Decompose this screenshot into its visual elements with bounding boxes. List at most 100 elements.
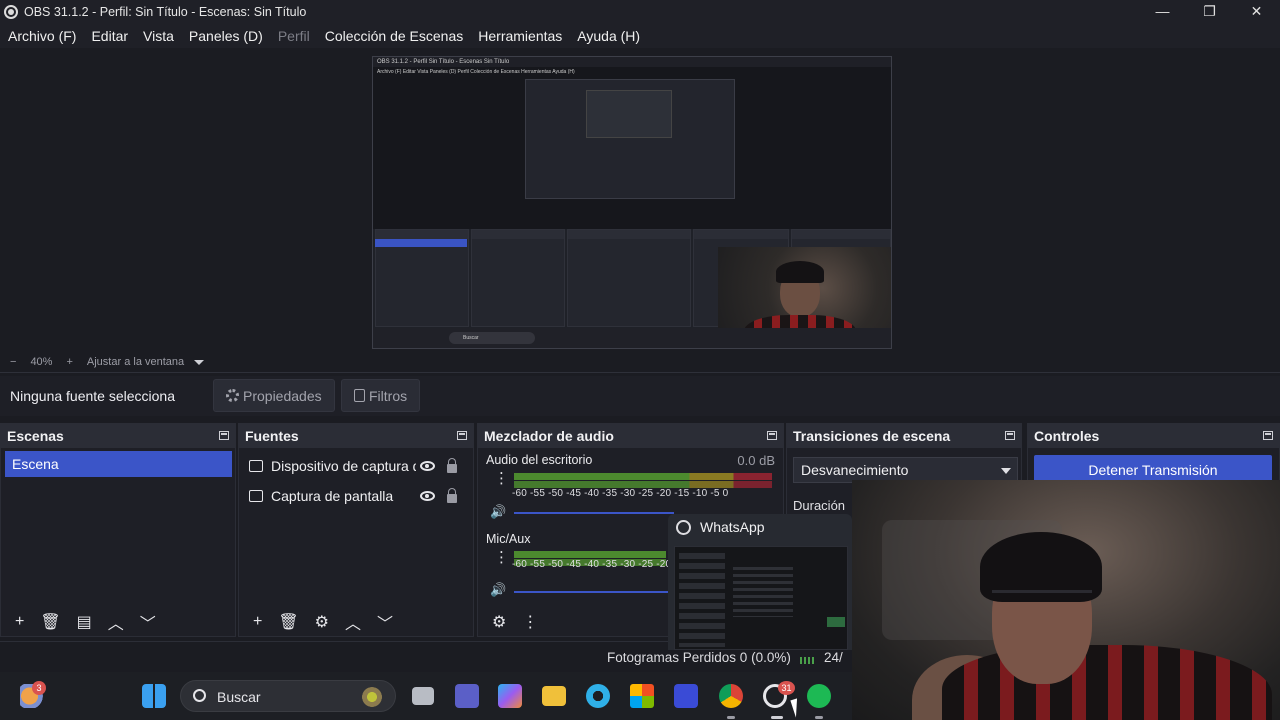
menu-vista[interactable]: Vista (143, 28, 174, 44)
chevron-down-icon[interactable] (194, 359, 205, 365)
minimize-button[interactable]: — (1139, 0, 1186, 24)
transitions-dock-title: Transiciones de escena (793, 428, 951, 444)
eye-icon[interactable] (420, 461, 435, 471)
chrome-icon[interactable] (719, 684, 743, 708)
vscode-icon[interactable] (674, 684, 698, 708)
transition-selected-value: Desvanecimiento (801, 462, 909, 478)
spotify-icon[interactable] (807, 684, 831, 708)
speaker-icon[interactable]: 🔊 (490, 504, 506, 520)
edge-icon[interactable] (586, 684, 610, 708)
remove-scene-button[interactable]: 🗑 (40, 612, 60, 632)
whatsapp-window-thumbnail[interactable] (674, 546, 848, 650)
undock-icon[interactable] (457, 431, 467, 440)
transitions-dock-header: Transiciones de escena (787, 424, 1021, 448)
zoom-level: 40% (30, 356, 53, 368)
move-scene-up-button[interactable]: ︿ (108, 610, 124, 634)
running-indicator (727, 716, 735, 719)
move-source-up-button[interactable]: ︿ (345, 610, 361, 634)
zoom-in-button[interactable]: + (66, 356, 72, 368)
filters-button[interactable]: Filtros (341, 379, 421, 412)
chevron-down-icon (1001, 468, 1011, 474)
menu-herramientas[interactable]: Herramientas (478, 28, 562, 44)
sources-dock-header: Fuentes (239, 424, 473, 448)
whatsapp-chat-list (679, 553, 725, 647)
whatsapp-preview-title: WhatsApp (700, 519, 765, 535)
whatsapp-green-element (827, 617, 845, 627)
window-controls: — ❐ ✕ (1139, 0, 1280, 24)
source-item-screen-capture[interactable]: Captura de pantalla (249, 482, 471, 510)
menu-coleccion-escenas[interactable]: Colección de Escenas (325, 28, 464, 44)
scenes-toolbar: + 🗑 ▤ ︿ ﹀ (1, 608, 235, 636)
preview-mini-dock-header (568, 230, 690, 239)
whatsapp-preview-header: WhatsApp (676, 519, 765, 535)
remove-source-button[interactable]: 🗑 (278, 612, 298, 632)
preview-mini-search: Buscar (449, 332, 535, 344)
eye-icon[interactable] (420, 491, 435, 501)
monitor-icon (249, 490, 263, 502)
whatsapp-icon (676, 519, 691, 535)
webcam-person-shirt (942, 645, 1272, 720)
folder-icon[interactable] (542, 686, 566, 706)
close-button[interactable]: ✕ (1233, 0, 1280, 24)
preview-mini-dock-header (376, 230, 468, 239)
add-scene-button[interactable]: + (15, 613, 24, 631)
move-scene-down-button[interactable]: ﹀ (140, 610, 156, 634)
properties-button[interactable]: Propiedades (213, 379, 335, 412)
window-title: OBS 31.1.2 - Perfil: Sin Título - Escena… (24, 5, 307, 19)
preview-canvas[interactable]: OBS 31.1.2 - Perfil Sin Título - Escenas… (372, 56, 892, 349)
kebab-menu-icon[interactable]: ⋮ (494, 550, 509, 565)
lock-icon[interactable] (447, 457, 457, 473)
webcam-person-hair (776, 261, 824, 283)
menu-paneles[interactable]: Paneles (D) (189, 28, 263, 44)
scenes-dock-header: Escenas (1, 424, 235, 448)
start-icon[interactable] (142, 684, 166, 708)
advanced-audio-gear-icon[interactable]: ⚙ (492, 612, 506, 632)
undock-icon[interactable] (219, 431, 229, 440)
scene-filters-button[interactable]: ▤ (77, 612, 92, 632)
whatsapp-taskbar-preview[interactable]: WhatsApp (668, 514, 852, 650)
file-explorer-window-icon[interactable] (412, 687, 434, 705)
teams-icon[interactable] (455, 684, 479, 708)
undock-icon[interactable] (767, 431, 777, 440)
fit-to-window-label[interactable]: Ajustar a la ventana (87, 356, 184, 368)
kebab-menu-icon[interactable]: ⋮ (494, 471, 509, 486)
menu-perfil: Perfil (277, 28, 310, 44)
dropped-frames-label: Fotogramas Perdidos 0 (0.0%) (607, 650, 791, 665)
volume-slider[interactable] (514, 512, 674, 514)
whatsapp-chat-area (733, 567, 793, 617)
lock-icon[interactable] (447, 487, 457, 503)
scenes-dock-title: Escenas (7, 428, 64, 444)
meter-scale: -60 -55 -50 -45 -40 -35 -30 -25 -20 -15 … (512, 488, 729, 499)
preview-mini-dock-header (694, 230, 788, 239)
move-source-down-button[interactable]: ﹀ (377, 610, 393, 634)
menu-editar[interactable]: Editar (91, 28, 128, 44)
source-properties-button[interactable]: ⚙ (315, 612, 329, 632)
zoom-out-button[interactable]: − (10, 356, 16, 368)
running-indicator (815, 716, 823, 719)
undock-icon[interactable] (1005, 431, 1015, 440)
speaker-icon[interactable]: 🔊 (490, 582, 506, 598)
windows-taskbar: 3 Buscar 31 (0, 672, 852, 720)
preview-mini-scene-selected (375, 239, 467, 247)
menu-archivo[interactable]: Archivo (F) (8, 28, 76, 44)
copilot-icon[interactable] (498, 684, 522, 708)
maximize-button[interactable]: ❐ (1186, 0, 1233, 24)
sources-dock: Fuentes Dispositivo de captura d Captura… (238, 423, 474, 637)
source-item-capture-device[interactable]: Dispositivo de captura d (249, 452, 471, 480)
undock-icon[interactable] (1263, 431, 1273, 440)
mixer-menu-kebab-icon[interactable]: ⋮ (522, 612, 538, 632)
scene-item[interactable]: Escena (5, 451, 232, 477)
preview-mini-taskbar: Buscar (373, 328, 891, 348)
preview-mini-dock-header (472, 230, 564, 239)
preview-nested-inner (586, 90, 672, 138)
preview-mini-menu: Archivo (F) Editar Vista Paneles (D) Per… (377, 69, 575, 75)
add-source-button[interactable]: + (253, 613, 262, 631)
taskbar-search[interactable]: Buscar (180, 680, 396, 712)
volume-slider[interactable] (514, 591, 674, 593)
menu-ayuda[interactable]: Ayuda (H) (577, 28, 640, 44)
fps-label-partial: 24/ (824, 650, 843, 665)
preview-nested-screen (525, 79, 735, 199)
context-bar: Ninguna fuente selecciona Propiedades Fi… (0, 376, 1280, 416)
store-icon[interactable] (630, 684, 654, 708)
title-bar: OBS 31.1.2 - Perfil: Sin Título - Escena… (0, 0, 1280, 24)
